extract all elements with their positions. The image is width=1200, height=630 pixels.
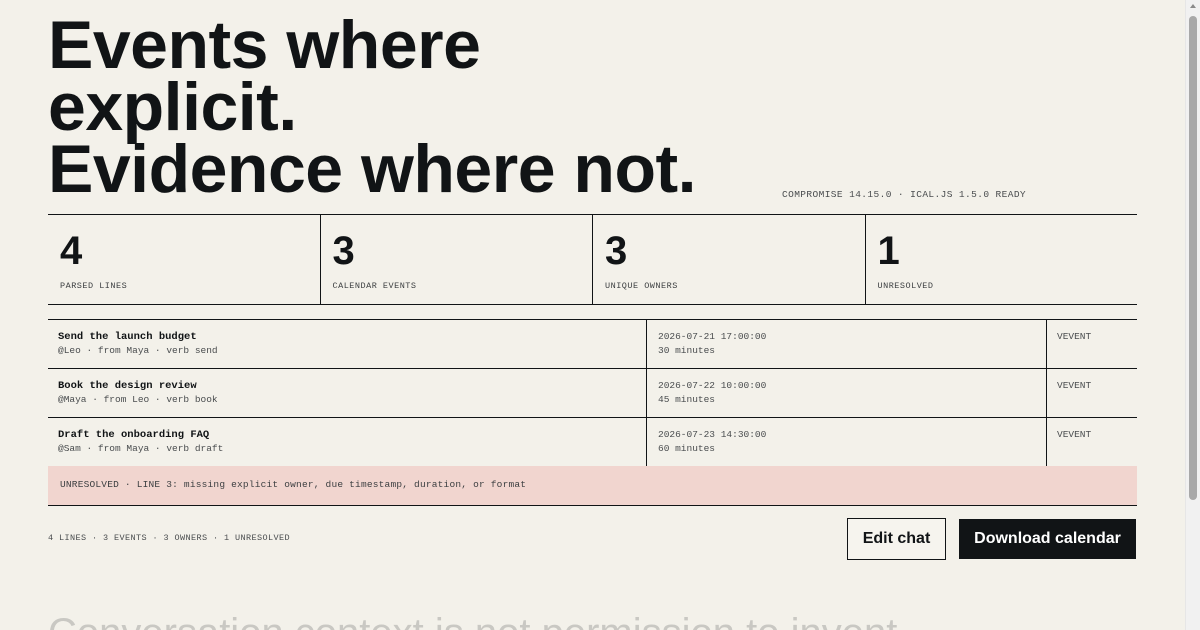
event-duration: 45 minutes [658,394,716,405]
unresolved-notice: UNRESOLVED · LINE 3: missing explicit ow… [48,466,1137,506]
stats-bar: 4 PARSED LINES 3 CALENDAR EVENTS 3 UNIQU… [48,214,1137,305]
event-datetime: 2026-07-21 17:00:00 [658,331,767,342]
event-duration: 30 minutes [658,345,716,356]
stat-unique-owners: 3 UNIQUE OWNERS [593,215,866,304]
event-meta: @Maya · from Leo · verb book [58,394,218,405]
event-duration: 60 minutes [658,443,716,454]
stat-label: UNIQUE OWNERS [605,281,678,291]
table-row: Send the launch budget @Leo · from Maya … [48,320,1137,369]
page: Events where explicit. Evidence where no… [0,0,1185,630]
event-kind: VEVENT [1057,380,1092,391]
download-calendar-button[interactable]: Download calendar [959,519,1136,559]
event-kind-cell: VEVENT [1047,418,1137,466]
stat-calendar-events: 3 CALENDAR EVENTS [321,215,593,304]
table-row: Draft the onboarding FAQ @Sam · from May… [48,418,1137,467]
event-kind-cell: VEVENT [1047,320,1137,368]
stat-parsed-lines: 4 PARSED LINES [48,215,321,304]
stat-label: UNRESOLVED [877,281,934,291]
event-meta: @Sam · from Maya · verb draft [58,443,224,454]
event-time-cell: 2026-07-22 10:00:00 45 minutes [647,369,1047,417]
scrollbar-thumb[interactable] [1189,16,1197,500]
event-title: Send the launch budget [58,331,197,343]
stat-value: 1 [877,229,900,273]
stat-unresolved: 1 UNRESOLVED [866,215,1138,304]
stat-value: 4 [60,229,83,273]
scroll-up-arrow-icon[interactable] [1190,4,1196,8]
event-title: Draft the onboarding FAQ [58,429,210,441]
page-title: Events where explicit. Evidence where no… [48,7,697,207]
event-kind: VEVENT [1057,331,1092,342]
event-title: Book the design review [58,380,197,392]
event-datetime: 2026-07-22 10:00:00 [658,380,767,391]
library-version-status: COMPROMISE 14.15.0 · ICAL.JS 1.5.0 READY [782,189,1027,200]
stat-value: 3 [332,229,355,273]
event-meta: @Leo · from Maya · verb send [58,345,218,356]
event-cell: Send the launch budget @Leo · from Maya … [48,320,647,368]
stat-label: PARSED LINES [60,281,128,291]
event-cell: Book the design review @Maya · from Leo … [48,369,647,417]
edit-chat-button[interactable]: Edit chat [847,518,946,560]
event-time-cell: 2026-07-23 14:30:00 60 minutes [647,418,1047,466]
title-line-1: Events where [48,7,481,83]
hero: Events where explicit. Evidence where no… [48,7,697,207]
event-kind: VEVENT [1057,429,1092,440]
event-kind-cell: VEVENT [1047,369,1137,417]
title-line-2: explicit. [48,69,297,145]
next-section-heading: Conversation context is not permission t… [48,611,897,630]
event-time-cell: 2026-07-21 17:00:00 30 minutes [647,320,1047,368]
stat-value: 3 [605,229,628,273]
stat-label: CALENDAR EVENTS [332,281,417,291]
event-cell: Draft the onboarding FAQ @Sam · from May… [48,418,647,466]
event-datetime: 2026-07-23 14:30:00 [658,429,767,440]
title-line-3: Evidence where not. [48,131,697,207]
events-table: Send the launch budget @Leo · from Maya … [48,319,1137,467]
vertical-scrollbar[interactable] [1185,0,1200,630]
summary-status: 4 LINES · 3 EVENTS · 3 OWNERS · 1 UNRESO… [48,533,291,543]
table-row: Book the design review @Maya · from Leo … [48,369,1137,418]
